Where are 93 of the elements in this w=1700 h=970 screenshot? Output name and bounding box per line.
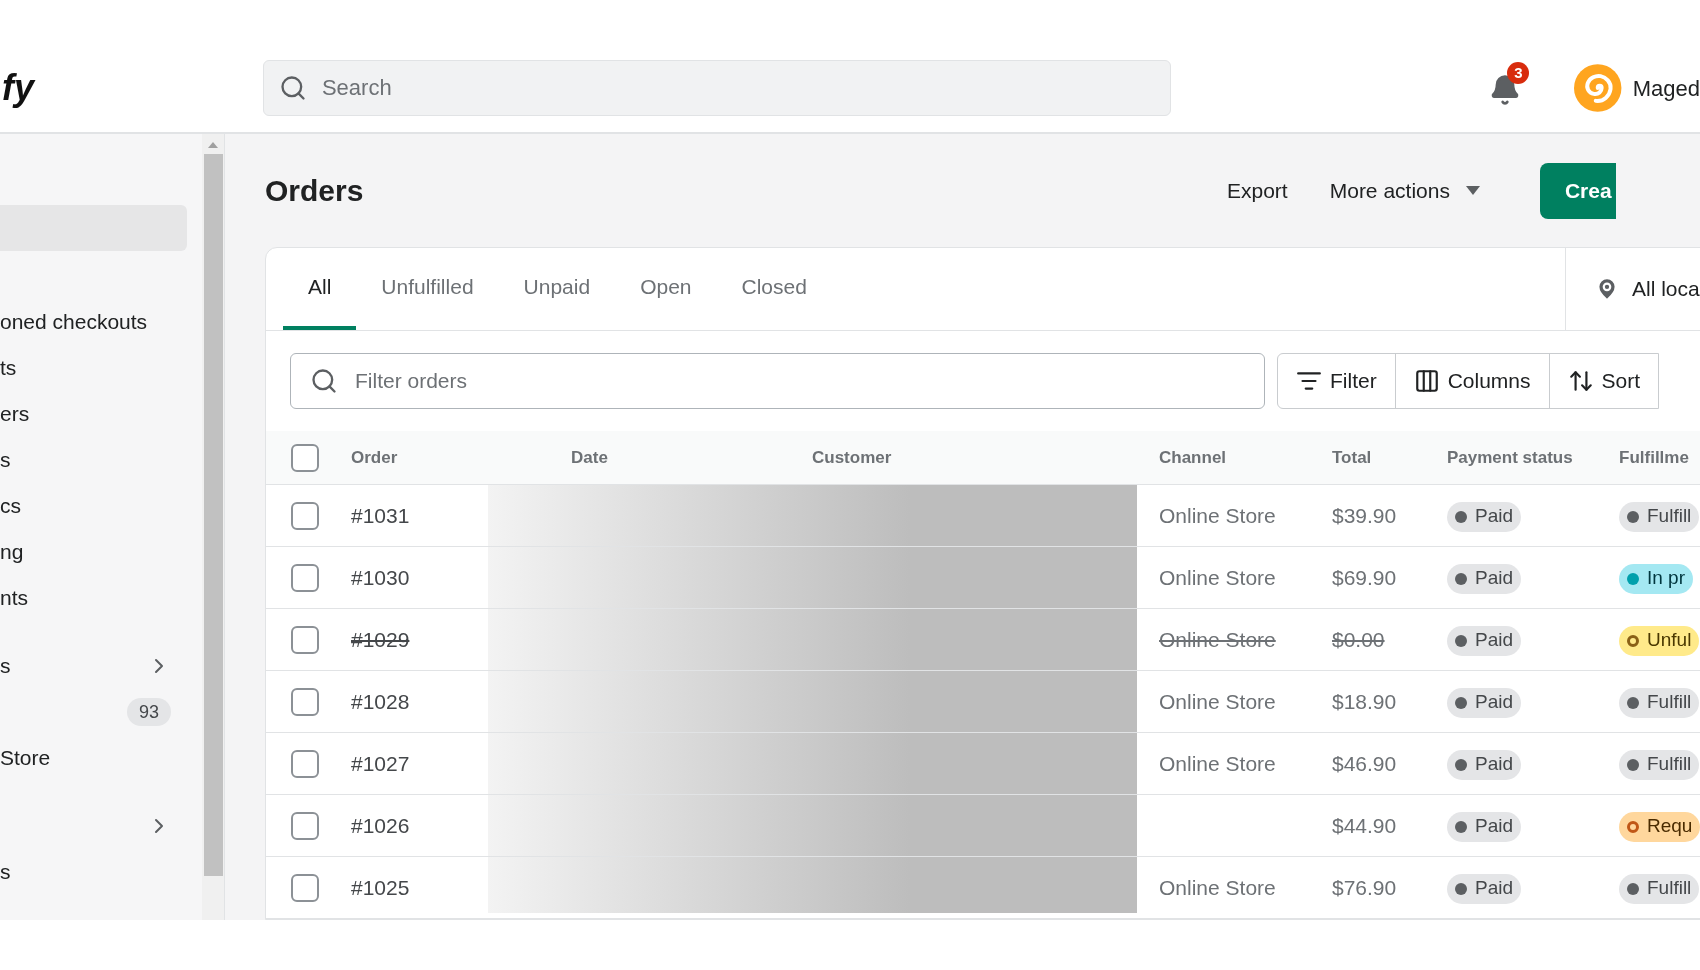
status-badge: Paid xyxy=(1447,811,1522,842)
column-header: Payment status xyxy=(1447,446,1574,469)
sidebar-item[interactable]: oned checkouts xyxy=(0,299,187,345)
sidebar-item[interactable]: nts xyxy=(0,575,187,621)
sidebar-item[interactable]: s xyxy=(0,849,187,895)
status-badge: Paid xyxy=(1447,563,1522,594)
count-badge: 93 xyxy=(126,698,171,726)
order-number[interactable]: #1031 xyxy=(351,499,571,532)
column-header: Fulfillme xyxy=(1619,446,1690,469)
order-row[interactable]: #1029 Online Store $0.00 Paid Unful xyxy=(266,609,1700,671)
column-header: Date xyxy=(571,446,609,469)
status-badge: Paid xyxy=(1447,749,1522,780)
order-number[interactable]: #1026 xyxy=(351,809,571,842)
order-number[interactable]: #1030 xyxy=(351,561,571,594)
status-badge: Fulfill xyxy=(1619,501,1700,532)
columns-icon xyxy=(1413,368,1440,394)
status-badge: Fulfill xyxy=(1619,873,1700,904)
status-badge: Paid xyxy=(1447,625,1522,656)
sales-channel: Online Store xyxy=(1159,564,1277,591)
order-total: $0.00 xyxy=(1332,626,1386,653)
status-badge: In pr xyxy=(1619,563,1694,594)
toolbar-button[interactable]: Sort xyxy=(1548,354,1659,408)
status-badge: Fulfill xyxy=(1619,749,1700,780)
export-button[interactable]: Export xyxy=(1215,168,1300,213)
order-number[interactable]: #1025 xyxy=(351,871,571,904)
status-badge: Requ xyxy=(1619,811,1700,842)
checkbox[interactable] xyxy=(291,443,319,472)
status-badge: Paid xyxy=(1447,501,1522,532)
status-badge: Unful xyxy=(1619,625,1700,656)
order-row[interactable]: #1031 Online Store $39.90 Paid Fulfill xyxy=(266,485,1700,547)
order-total: $39.90 xyxy=(1332,502,1398,529)
filter-tab[interactable]: Unfulfilled xyxy=(356,248,499,330)
more-actions-button[interactable]: More actions xyxy=(1317,168,1492,213)
order-total: $69.90 xyxy=(1332,564,1398,591)
column-header: Channel xyxy=(1159,446,1228,469)
caret-icon xyxy=(1465,186,1480,195)
sidebar-item[interactable]: 93 xyxy=(0,689,187,735)
scroll-up-arrow-icon xyxy=(208,142,218,148)
filter-tab[interactable]: Closed xyxy=(716,248,832,330)
filter-tab[interactable]: Open xyxy=(615,248,717,330)
page-title: Orders xyxy=(265,173,365,209)
checkbox[interactable] xyxy=(291,873,319,902)
column-header: Order xyxy=(351,446,399,469)
order-total: $44.90 xyxy=(1332,812,1398,839)
sidebar-item[interactable]: s xyxy=(0,643,187,689)
order-number[interactable]: #1027 xyxy=(351,747,571,780)
sidebar-item[interactable]: ng xyxy=(0,529,187,575)
notification-count: 3 xyxy=(1507,62,1530,84)
user-name: Maged xyxy=(1632,74,1700,103)
checkbox[interactable] xyxy=(291,625,319,654)
status-badge: Fulfill xyxy=(1619,687,1700,718)
filter-tab[interactable]: Unpaid xyxy=(498,248,616,330)
search-field[interactable]: Search xyxy=(262,60,1172,116)
column-header: Total xyxy=(1332,446,1373,469)
sales-channel: Online Store xyxy=(1159,626,1277,653)
checkbox[interactable] xyxy=(291,811,319,840)
search-icon xyxy=(278,74,307,102)
sales-channel: Online Store xyxy=(1159,750,1277,777)
filter-tab[interactable]: All xyxy=(283,248,357,330)
filter-orders-field[interactable]: Filter orders xyxy=(290,353,1265,409)
order-number[interactable]: #1028 xyxy=(351,685,571,718)
checkbox[interactable] xyxy=(291,749,319,778)
sidebar-item[interactable]: ts xyxy=(0,345,187,391)
sales-channel: Online Store xyxy=(1159,874,1277,901)
order-total: $46.90 xyxy=(1332,750,1398,777)
order-number[interactable]: #1029 xyxy=(351,623,571,656)
create-button[interactable]: Crea xyxy=(1539,162,1616,219)
order-total: $18.90 xyxy=(1332,688,1398,715)
order-row[interactable]: #1028 Online Store $18.90 Paid Fulfill xyxy=(266,671,1700,733)
order-row[interactable]: #1030 Online Store $69.90 Paid In pr xyxy=(266,547,1700,609)
logo: fy xyxy=(1,66,37,110)
sidebar-item[interactable]: ers xyxy=(0,391,187,437)
order-row[interactable]: #1027 Online Store $46.90 Paid Fulfill xyxy=(266,733,1700,795)
order-row[interactable]: #1026 $44.90 Paid Requ xyxy=(266,795,1700,857)
sales-channel: Online Store xyxy=(1159,502,1277,529)
sort-icon xyxy=(1567,368,1594,394)
avatar-icon xyxy=(1573,63,1623,113)
sidebar-item[interactable]: s xyxy=(0,437,187,483)
order-total: $76.90 xyxy=(1332,874,1398,901)
checkbox[interactable] xyxy=(291,687,319,716)
column-header: Customer xyxy=(812,446,893,469)
checkbox[interactable] xyxy=(291,501,319,530)
status-badge: Paid xyxy=(1447,687,1522,718)
sidebar-item[interactable]: Store xyxy=(0,735,187,781)
status-badge: Paid xyxy=(1447,873,1522,904)
order-row[interactable]: #1025 Online Store $76.90 Paid Fulfill xyxy=(266,857,1700,919)
location-selector[interactable]: All loca xyxy=(1565,248,1700,330)
sales-channel: Online Store xyxy=(1159,688,1277,715)
search-icon xyxy=(310,367,338,395)
sidebar-item[interactable]: cs xyxy=(0,483,187,529)
checkbox[interactable] xyxy=(291,563,319,592)
toolbar-button[interactable]: Filter xyxy=(1278,354,1395,408)
toolbar-button[interactable]: Columns xyxy=(1394,354,1549,408)
